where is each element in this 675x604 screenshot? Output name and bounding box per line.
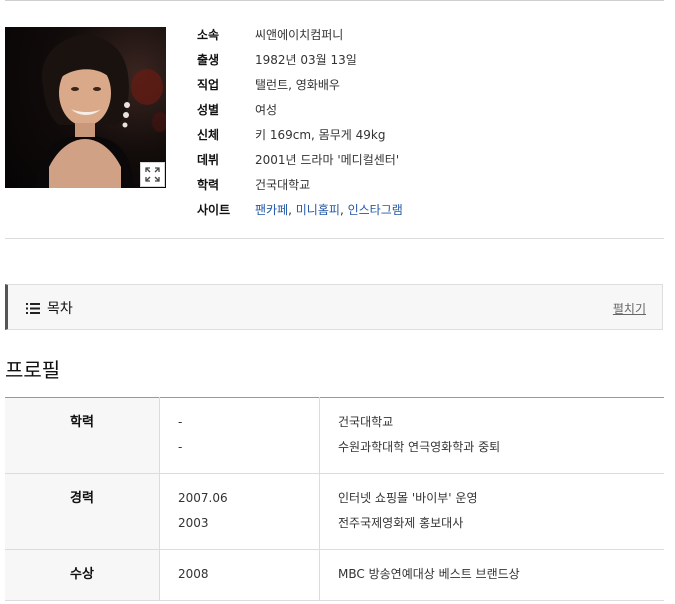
info-row-site: 사이트 팬카페, 미니홈피, 인스타그램 (197, 199, 403, 219)
info-key: 사이트 (197, 202, 231, 217)
table-of-contents: 목차 펼치기 (5, 284, 663, 330)
item: MBC 방송연예대상 베스트 브랜드상 (338, 567, 520, 581)
info-key: 신체 (197, 127, 220, 142)
toc-title-text: 목차 (47, 301, 73, 317)
table-row: 수상 2008 MBC 방송연예대상 베스트 브랜드상 (5, 549, 664, 601)
info-key: 직업 (197, 77, 220, 92)
dates-cell: - - (159, 397, 320, 474)
separator: , (288, 202, 296, 217)
date: 2008 (178, 567, 209, 581)
link-minihompy[interactable]: 미니홈피 (296, 203, 340, 217)
list-icon (26, 302, 40, 314)
table-row: 경력 2007.06 2003 인터넷 쇼핑몰 '바이부' 운영 전주국제영화제… (5, 473, 664, 550)
link-instagram[interactable]: 인스타그램 (348, 203, 403, 217)
row-label-awards: 수상 (5, 549, 160, 601)
info-value: 여성 (255, 102, 278, 117)
link-fancafe[interactable]: 팬카페 (255, 203, 288, 217)
toc-expand-link[interactable]: 펼치기 (613, 300, 646, 317)
info-row-birth: 출생 1982년 03월 13일 (197, 49, 357, 69)
items-cell: 건국대학교 수원과학대학 연극영화학과 중퇴 (319, 397, 664, 474)
top-divider (5, 0, 664, 1)
info-value: 팬카페, 미니홈피, 인스타그램 (255, 201, 403, 218)
item: 전주국제영화제 홍보대사 (338, 516, 464, 530)
info-value: 키 169cm, 몸무게 49kg (255, 127, 386, 142)
separator: , (339, 202, 348, 217)
info-key: 성별 (197, 102, 220, 117)
info-row-body: 신체 키 169cm, 몸무게 49kg (197, 124, 385, 144)
item: 수원과학대학 연극영화학과 중퇴 (338, 440, 501, 454)
info-row-gender: 성별 여성 (197, 99, 277, 119)
toc-title: 목차 (26, 298, 73, 318)
info-value: 2001년 드라마 '메디컬센터' (255, 152, 400, 167)
expand-icon (145, 167, 160, 182)
table-row: 학력 - - 건국대학교 수원과학대학 연극영화학과 중퇴 (5, 397, 664, 474)
info-value: 건국대학교 (255, 177, 311, 192)
items-cell: 인터넷 쇼핑몰 '바이부' 운영 전주국제영화제 홍보대사 (319, 473, 664, 550)
dates-cell: 2008 (159, 549, 320, 601)
info-key: 데뷔 (197, 152, 220, 167)
info-key: 출생 (197, 52, 220, 67)
date: 2007.06 (178, 491, 228, 505)
date: - (178, 440, 183, 454)
info-key: 소속 (197, 27, 220, 42)
date: 2003 (178, 516, 209, 530)
info-value: 탤런트, 영화배우 (255, 77, 340, 92)
info-row-debut: 데뷔 2001년 드라마 '메디컬센터' (197, 149, 399, 169)
row-label-career: 경력 (5, 473, 160, 550)
profile-heading: 프로필 (5, 358, 61, 382)
info-row-affiliation: 소속 씨앤에이치컴퍼니 (197, 24, 343, 44)
date: - (178, 415, 183, 429)
info-value: 씨앤에이치컴퍼니 (255, 27, 344, 42)
profile-table: 학력 - - 건국대학교 수원과학대학 연극영화학과 중퇴 경력 2007.06… (5, 397, 664, 601)
info-row-education: 학력 건국대학교 (197, 174, 310, 194)
row-label-education: 학력 (5, 397, 160, 474)
info-row-job: 직업 탤런트, 영화배우 (197, 74, 340, 94)
item: 건국대학교 (338, 415, 394, 429)
dates-cell: 2007.06 2003 (159, 473, 320, 550)
items-cell: MBC 방송연예대상 베스트 브랜드상 (319, 549, 664, 601)
info-value: 1982년 03월 13일 (255, 52, 357, 67)
info-key: 학력 (197, 177, 220, 192)
section-divider (5, 238, 664, 239)
expand-photo-button[interactable] (140, 162, 165, 187)
item: 인터넷 쇼핑몰 '바이부' 운영 (338, 491, 478, 505)
